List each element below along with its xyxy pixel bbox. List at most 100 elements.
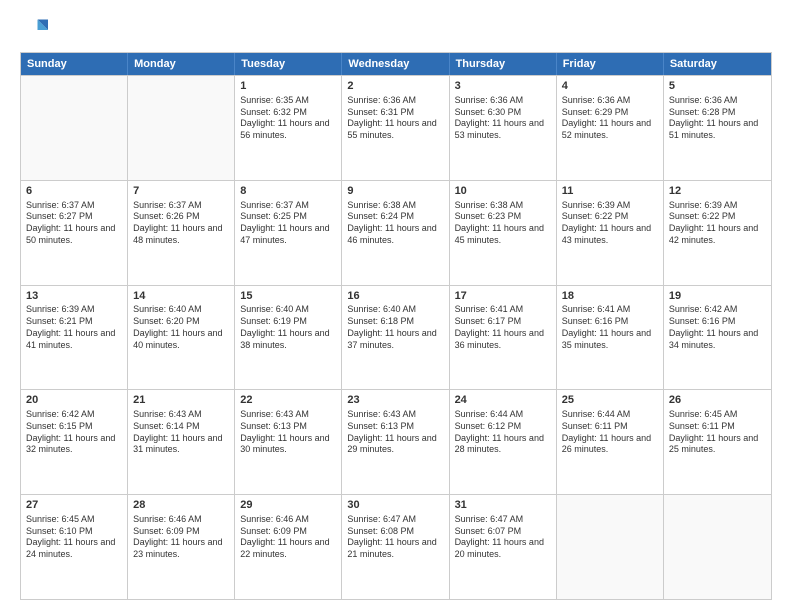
day-cell-9: 9Sunrise: 6:38 AMSunset: 6:24 PMDaylight… xyxy=(342,181,449,285)
day-cell-empty xyxy=(664,495,771,599)
day-info: Sunrise: 6:41 AMSunset: 6:16 PMDaylight:… xyxy=(562,304,658,351)
day-info: Sunrise: 6:40 AMSunset: 6:20 PMDaylight:… xyxy=(133,304,229,351)
day-number: 17 xyxy=(455,289,551,304)
day-number: 30 xyxy=(347,498,443,513)
day-number: 18 xyxy=(562,289,658,304)
day-number: 14 xyxy=(133,289,229,304)
day-info: Sunrise: 6:46 AMSunset: 6:09 PMDaylight:… xyxy=(133,514,229,561)
day-info: Sunrise: 6:47 AMSunset: 6:07 PMDaylight:… xyxy=(455,514,551,561)
day-number: 15 xyxy=(240,289,336,304)
day-number: 11 xyxy=(562,184,658,199)
day-cell-8: 8Sunrise: 6:37 AMSunset: 6:25 PMDaylight… xyxy=(235,181,342,285)
day-cell-6: 6Sunrise: 6:37 AMSunset: 6:27 PMDaylight… xyxy=(21,181,128,285)
logo xyxy=(20,16,52,44)
day-cell-20: 20Sunrise: 6:42 AMSunset: 6:15 PMDayligh… xyxy=(21,390,128,494)
day-cell-16: 16Sunrise: 6:40 AMSunset: 6:18 PMDayligh… xyxy=(342,286,449,390)
day-info: Sunrise: 6:43 AMSunset: 6:14 PMDaylight:… xyxy=(133,409,229,456)
day-cell-25: 25Sunrise: 6:44 AMSunset: 6:11 PMDayligh… xyxy=(557,390,664,494)
day-cell-23: 23Sunrise: 6:43 AMSunset: 6:13 PMDayligh… xyxy=(342,390,449,494)
header-cell-saturday: Saturday xyxy=(664,53,771,75)
day-number: 22 xyxy=(240,393,336,408)
day-info: Sunrise: 6:36 AMSunset: 6:28 PMDaylight:… xyxy=(669,95,766,142)
day-cell-21: 21Sunrise: 6:43 AMSunset: 6:14 PMDayligh… xyxy=(128,390,235,494)
day-info: Sunrise: 6:39 AMSunset: 6:22 PMDaylight:… xyxy=(562,200,658,247)
day-info: Sunrise: 6:39 AMSunset: 6:22 PMDaylight:… xyxy=(669,200,766,247)
day-number: 16 xyxy=(347,289,443,304)
calendar-row-2: 6Sunrise: 6:37 AMSunset: 6:27 PMDaylight… xyxy=(21,180,771,285)
day-cell-31: 31Sunrise: 6:47 AMSunset: 6:07 PMDayligh… xyxy=(450,495,557,599)
day-cell-15: 15Sunrise: 6:40 AMSunset: 6:19 PMDayligh… xyxy=(235,286,342,390)
header-cell-tuesday: Tuesday xyxy=(235,53,342,75)
day-number: 29 xyxy=(240,498,336,513)
day-cell-empty xyxy=(128,76,235,180)
day-number: 21 xyxy=(133,393,229,408)
day-cell-27: 27Sunrise: 6:45 AMSunset: 6:10 PMDayligh… xyxy=(21,495,128,599)
day-cell-2: 2Sunrise: 6:36 AMSunset: 6:31 PMDaylight… xyxy=(342,76,449,180)
day-number: 8 xyxy=(240,184,336,199)
day-number: 19 xyxy=(669,289,766,304)
day-info: Sunrise: 6:45 AMSunset: 6:11 PMDaylight:… xyxy=(669,409,766,456)
day-info: Sunrise: 6:39 AMSunset: 6:21 PMDaylight:… xyxy=(26,304,122,351)
day-info: Sunrise: 6:37 AMSunset: 6:25 PMDaylight:… xyxy=(240,200,336,247)
day-number: 10 xyxy=(455,184,551,199)
day-info: Sunrise: 6:36 AMSunset: 6:30 PMDaylight:… xyxy=(455,95,551,142)
day-info: Sunrise: 6:47 AMSunset: 6:08 PMDaylight:… xyxy=(347,514,443,561)
day-info: Sunrise: 6:44 AMSunset: 6:12 PMDaylight:… xyxy=(455,409,551,456)
day-info: Sunrise: 6:41 AMSunset: 6:17 PMDaylight:… xyxy=(455,304,551,351)
day-info: Sunrise: 6:42 AMSunset: 6:15 PMDaylight:… xyxy=(26,409,122,456)
day-info: Sunrise: 6:43 AMSunset: 6:13 PMDaylight:… xyxy=(347,409,443,456)
day-info: Sunrise: 6:38 AMSunset: 6:24 PMDaylight:… xyxy=(347,200,443,247)
day-number: 31 xyxy=(455,498,551,513)
day-cell-22: 22Sunrise: 6:43 AMSunset: 6:13 PMDayligh… xyxy=(235,390,342,494)
day-number: 12 xyxy=(669,184,766,199)
calendar-row-4: 20Sunrise: 6:42 AMSunset: 6:15 PMDayligh… xyxy=(21,389,771,494)
day-info: Sunrise: 6:38 AMSunset: 6:23 PMDaylight:… xyxy=(455,200,551,247)
calendar-row-1: 1Sunrise: 6:35 AMSunset: 6:32 PMDaylight… xyxy=(21,75,771,180)
day-info: Sunrise: 6:45 AMSunset: 6:10 PMDaylight:… xyxy=(26,514,122,561)
day-number: 3 xyxy=(455,79,551,94)
day-cell-3: 3Sunrise: 6:36 AMSunset: 6:30 PMDaylight… xyxy=(450,76,557,180)
day-cell-1: 1Sunrise: 6:35 AMSunset: 6:32 PMDaylight… xyxy=(235,76,342,180)
day-cell-7: 7Sunrise: 6:37 AMSunset: 6:26 PMDaylight… xyxy=(128,181,235,285)
day-number: 27 xyxy=(26,498,122,513)
day-number: 25 xyxy=(562,393,658,408)
day-info: Sunrise: 6:46 AMSunset: 6:09 PMDaylight:… xyxy=(240,514,336,561)
header xyxy=(20,16,772,44)
day-info: Sunrise: 6:37 AMSunset: 6:26 PMDaylight:… xyxy=(133,200,229,247)
day-cell-26: 26Sunrise: 6:45 AMSunset: 6:11 PMDayligh… xyxy=(664,390,771,494)
day-cell-13: 13Sunrise: 6:39 AMSunset: 6:21 PMDayligh… xyxy=(21,286,128,390)
day-cell-5: 5Sunrise: 6:36 AMSunset: 6:28 PMDaylight… xyxy=(664,76,771,180)
day-cell-14: 14Sunrise: 6:40 AMSunset: 6:20 PMDayligh… xyxy=(128,286,235,390)
day-cell-12: 12Sunrise: 6:39 AMSunset: 6:22 PMDayligh… xyxy=(664,181,771,285)
day-cell-18: 18Sunrise: 6:41 AMSunset: 6:16 PMDayligh… xyxy=(557,286,664,390)
calendar-grid: SundayMondayTuesdayWednesdayThursdayFrid… xyxy=(20,52,772,600)
day-number: 5 xyxy=(669,79,766,94)
day-info: Sunrise: 6:40 AMSunset: 6:19 PMDaylight:… xyxy=(240,304,336,351)
day-cell-17: 17Sunrise: 6:41 AMSunset: 6:17 PMDayligh… xyxy=(450,286,557,390)
calendar-header: SundayMondayTuesdayWednesdayThursdayFrid… xyxy=(21,53,771,75)
day-cell-empty xyxy=(21,76,128,180)
day-info: Sunrise: 6:36 AMSunset: 6:31 PMDaylight:… xyxy=(347,95,443,142)
day-cell-29: 29Sunrise: 6:46 AMSunset: 6:09 PMDayligh… xyxy=(235,495,342,599)
day-number: 26 xyxy=(669,393,766,408)
day-info: Sunrise: 6:35 AMSunset: 6:32 PMDaylight:… xyxy=(240,95,336,142)
calendar-row-5: 27Sunrise: 6:45 AMSunset: 6:10 PMDayligh… xyxy=(21,494,771,599)
day-number: 20 xyxy=(26,393,122,408)
day-cell-10: 10Sunrise: 6:38 AMSunset: 6:23 PMDayligh… xyxy=(450,181,557,285)
header-cell-monday: Monday xyxy=(128,53,235,75)
day-number: 2 xyxy=(347,79,443,94)
header-cell-friday: Friday xyxy=(557,53,664,75)
calendar-page: SundayMondayTuesdayWednesdayThursdayFrid… xyxy=(0,0,792,612)
day-cell-24: 24Sunrise: 6:44 AMSunset: 6:12 PMDayligh… xyxy=(450,390,557,494)
day-info: Sunrise: 6:37 AMSunset: 6:27 PMDaylight:… xyxy=(26,200,122,247)
day-number: 13 xyxy=(26,289,122,304)
logo-icon xyxy=(20,16,48,44)
day-cell-empty xyxy=(557,495,664,599)
day-info: Sunrise: 6:36 AMSunset: 6:29 PMDaylight:… xyxy=(562,95,658,142)
day-cell-28: 28Sunrise: 6:46 AMSunset: 6:09 PMDayligh… xyxy=(128,495,235,599)
day-number: 28 xyxy=(133,498,229,513)
day-number: 23 xyxy=(347,393,443,408)
day-info: Sunrise: 6:44 AMSunset: 6:11 PMDaylight:… xyxy=(562,409,658,456)
day-number: 7 xyxy=(133,184,229,199)
day-number: 9 xyxy=(347,184,443,199)
